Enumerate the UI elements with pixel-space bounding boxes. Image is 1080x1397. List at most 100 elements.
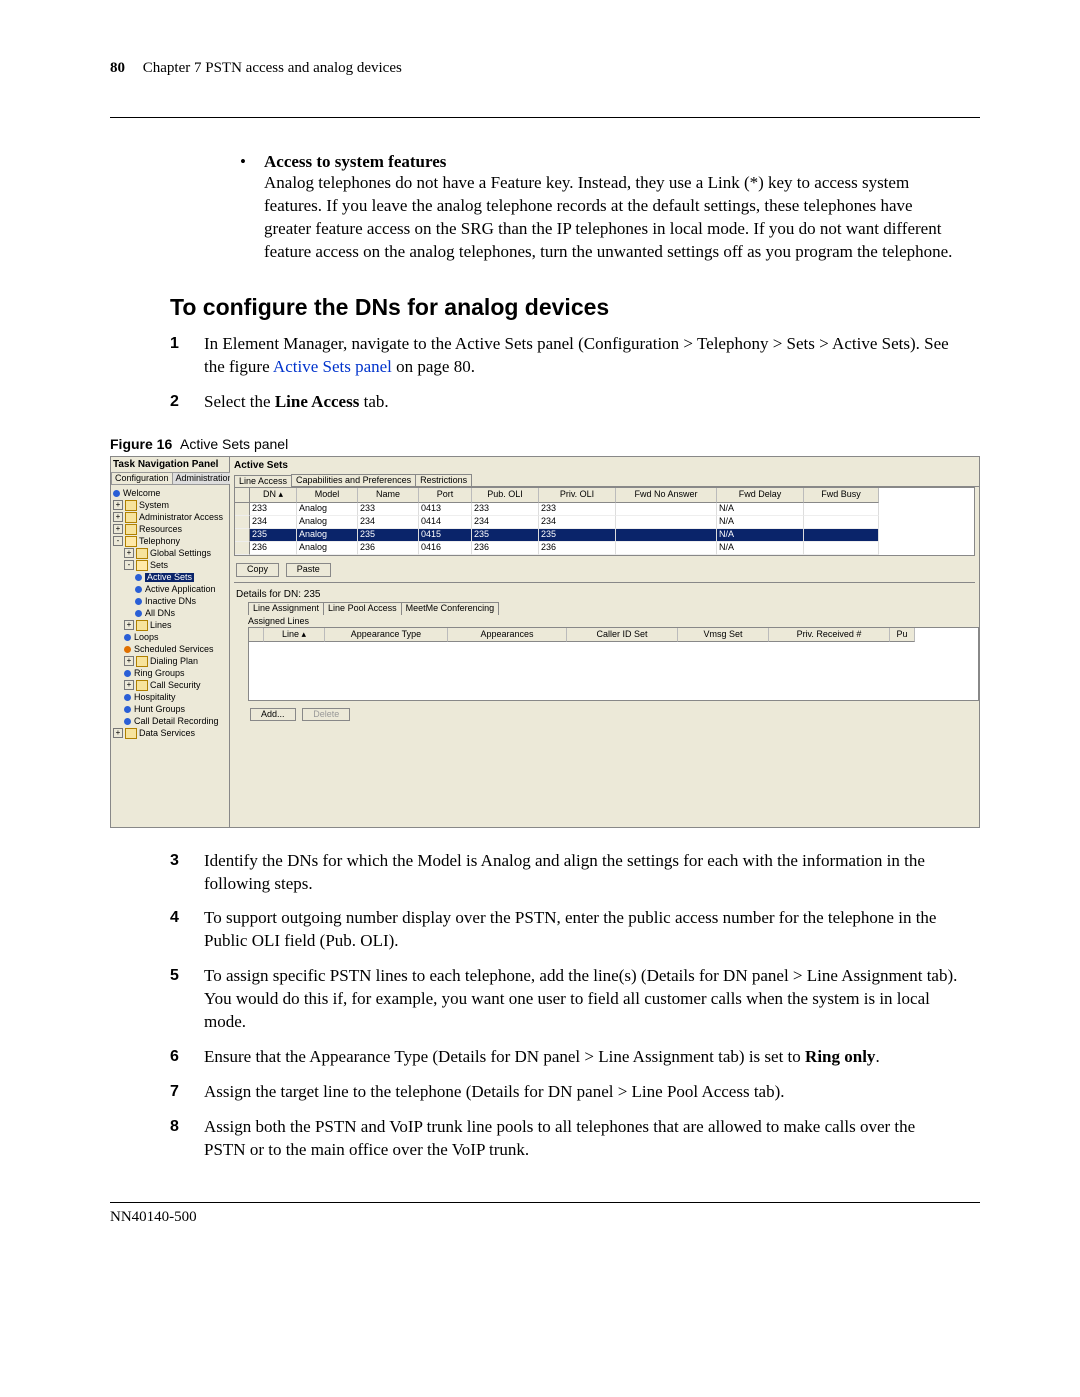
figure-caption: Figure 16 Active Sets panel (110, 436, 980, 452)
step-text: Assign both the PSTN and VoIP trunk line… (204, 1116, 960, 1162)
step-number: 7 (170, 1081, 204, 1104)
column-header[interactable]: Caller ID Set (567, 628, 678, 643)
tree-node[interactable]: Hospitality (113, 691, 227, 703)
step-5: 5To assign specific PSTN lines to each t… (170, 965, 960, 1034)
step-text: Select the Line Access tab. (204, 391, 960, 414)
column-header[interactable]: Fwd Delay (717, 488, 804, 503)
tree-node[interactable]: Ring Groups (113, 667, 227, 679)
step-number: 3 (170, 850, 204, 896)
step-number: 2 (170, 391, 204, 414)
task-navigation-panel: Task Navigation Panel Configuration Admi… (111, 457, 230, 827)
step-text: Identify the DNs for which the Model is … (204, 850, 960, 896)
column-header[interactable]: Pu (890, 628, 915, 643)
tree-node[interactable]: Scheduled Services (113, 643, 227, 655)
tab-meetme-conferencing[interactable]: MeetMe Conferencing (401, 602, 500, 615)
grid-buttons: Copy Paste (234, 560, 979, 580)
column-header[interactable]: Fwd No Answer (616, 488, 717, 503)
tree-node[interactable]: Loops (113, 631, 227, 643)
tree-node[interactable]: +System (113, 499, 227, 511)
column-header[interactable]: Port (419, 488, 472, 503)
tree-node[interactable]: Hunt Groups (113, 703, 227, 715)
active-sets-grid[interactable]: DN ▴ModelNamePortPub. OLIPriv. OLIFwd No… (234, 487, 975, 555)
column-header[interactable]: Priv. Received # (769, 628, 890, 643)
cross-reference-link[interactable]: Active Sets panel (273, 357, 392, 376)
tree-node[interactable]: +Global Settings (113, 547, 227, 559)
column-header[interactable]: Vmsg Set (678, 628, 769, 643)
step-1: 1 In Element Manager, navigate to the Ac… (170, 333, 960, 379)
column-header[interactable]: Line ▴ (264, 628, 325, 643)
tree-node[interactable]: Inactive DNs (113, 595, 227, 607)
column-header[interactable]: Model (297, 488, 358, 503)
tree-node[interactable]: +Resources (113, 523, 227, 535)
assigned-lines-grid[interactable]: Line ▴Appearance TypeAppearancesCaller I… (248, 627, 979, 701)
step-8: 8Assign both the PSTN and VoIP trunk lin… (170, 1116, 960, 1162)
column-header[interactable]: Appearances (448, 628, 567, 643)
tree-node[interactable]: All DNs (113, 607, 227, 619)
add-button[interactable]: Add... (250, 708, 296, 722)
nav-panel-title: Task Navigation Panel (111, 457, 229, 472)
step-number: 8 (170, 1116, 204, 1162)
table-row[interactable]: 233Analog2330413233233N/A (235, 503, 974, 516)
bullet-body: Analog telephones do not have a Feature … (264, 172, 960, 264)
step-text: In Element Manager, navigate to the Acti… (204, 333, 960, 379)
column-header[interactable]: DN ▴ (250, 488, 297, 503)
copy-button[interactable]: Copy (236, 563, 279, 577)
assigned-lines-label: Assigned Lines (248, 617, 979, 627)
table-row[interactable]: 236Analog2360416236236N/A (235, 542, 974, 555)
panel-title: Active Sets (234, 459, 979, 474)
tree-node[interactable]: +Lines (113, 619, 227, 631)
detail-buttons: Add... Delete (248, 705, 979, 725)
tab-administration[interactable]: Administration (172, 472, 237, 485)
delete-button[interactable]: Delete (302, 708, 350, 722)
header-rule (110, 117, 980, 118)
tab-line-pool-access[interactable]: Line Pool Access (323, 602, 402, 615)
tab-restrictions[interactable]: Restrictions (415, 474, 472, 487)
column-header[interactable]: Appearance Type (325, 628, 448, 643)
sub-tabs: Line Access Capabilities and Preferences… (234, 474, 979, 488)
section-heading: To configure the DNs for analog devices (170, 294, 980, 321)
tree-node[interactable]: Call Detail Recording (113, 715, 227, 727)
nav-tree: Welcome+System+Administrator Access+Reso… (111, 485, 229, 741)
step-number: 5 (170, 965, 204, 1034)
tree-node[interactable]: Welcome (113, 487, 227, 499)
tree-node[interactable]: +Dialing Plan (113, 655, 227, 667)
page-header: 80 Chapter 7 PSTN access and analog devi… (110, 60, 980, 77)
document-id: NN40140-500 (110, 1209, 980, 1226)
step-text: To support outgoing number display over … (204, 907, 960, 953)
step-number: 1 (170, 333, 204, 379)
tab-line-assignment[interactable]: Line Assignment (248, 602, 324, 615)
column-header[interactable]: Name (358, 488, 419, 503)
steps-bottom: 3Identify the DNs for which the Model is… (170, 850, 960, 1162)
tab-line-access[interactable]: Line Access (234, 475, 292, 488)
step-number: 6 (170, 1046, 204, 1069)
column-header[interactable]: Priv. OLI (539, 488, 616, 503)
bullet-dot: • (240, 152, 264, 172)
tree-node[interactable]: +Administrator Access (113, 511, 227, 523)
bullet-heading: Access to system features (264, 152, 446, 172)
steps-top: 1 In Element Manager, navigate to the Ac… (170, 333, 960, 414)
main-panel: Active Sets Line Access Capabilities and… (230, 457, 979, 827)
step-text: Assign the target line to the telephone … (204, 1081, 960, 1104)
footer-rule (110, 1202, 980, 1203)
tree-node[interactable]: Active Sets (113, 571, 227, 583)
step-3: 3Identify the DNs for which the Model is… (170, 850, 960, 896)
tree-node[interactable]: +Data Services (113, 727, 227, 739)
nav-tabs: Configuration Administration (111, 472, 229, 486)
tree-node[interactable]: Active Application (113, 583, 227, 595)
step-7: 7Assign the target line to the telephone… (170, 1081, 960, 1104)
column-header[interactable]: Pub. OLI (472, 488, 539, 503)
tree-node[interactable]: -Telephony (113, 535, 227, 547)
details-title: Details for DN: 235 (236, 589, 979, 600)
tab-configuration[interactable]: Configuration (111, 472, 173, 485)
column-header[interactable]: Fwd Busy (804, 488, 879, 503)
table-row[interactable]: 235Analog2350415235235N/A (235, 529, 974, 542)
tree-node[interactable]: +Call Security (113, 679, 227, 691)
tab-capabilities[interactable]: Capabilities and Preferences (291, 474, 416, 487)
step-6: 6Ensure that the Appearance Type (Detail… (170, 1046, 960, 1069)
step-4: 4To support outgoing number display over… (170, 907, 960, 953)
tree-node[interactable]: -Sets (113, 559, 227, 571)
paste-button[interactable]: Paste (286, 563, 331, 577)
table-row[interactable]: 234Analog2340414234234N/A (235, 516, 974, 529)
chapter-title: Chapter 7 PSTN access and analog devices (143, 60, 402, 76)
bullet-item: • Access to system features Analog telep… (240, 152, 960, 264)
